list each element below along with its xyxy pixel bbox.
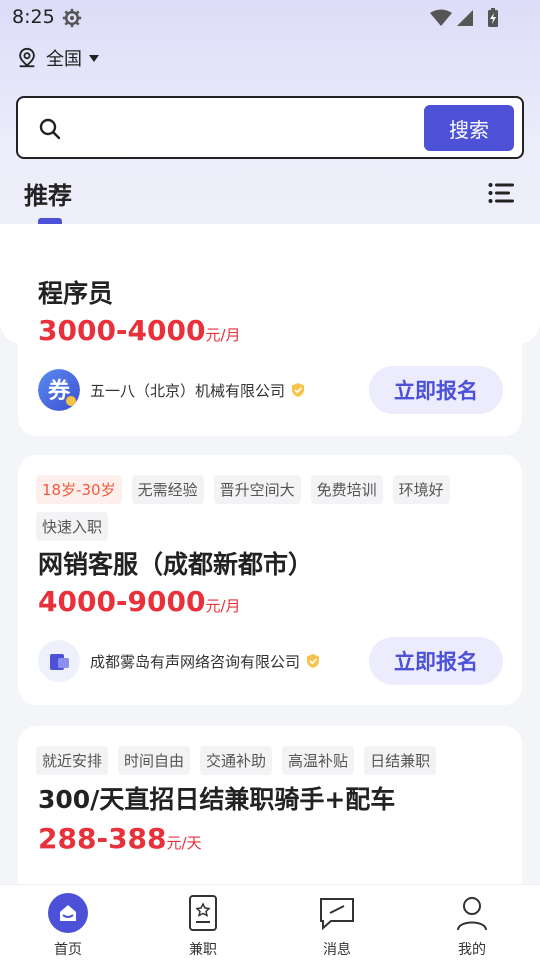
salary-unit: 元/天 — [166, 834, 202, 852]
job-tag: 无需经验 — [131, 475, 204, 504]
verified-icon — [307, 654, 320, 668]
job-tag: 交通补助 — [200, 746, 273, 775]
job-tags: 就近安排 时间自由 交通补助 高温补贴 日结兼职 — [36, 746, 506, 775]
company-logo — [38, 640, 80, 682]
job-tag: 快速入职 — [36, 512, 109, 541]
nav-item-home[interactable]: 首页 — [28, 893, 108, 959]
nav-label: 首页 — [54, 942, 82, 958]
search-bar: 搜索 — [16, 96, 524, 159]
salary-range: 3000-4000 — [38, 314, 206, 347]
apply-button[interactable]: 立即报名 — [369, 637, 503, 685]
job-salary: 3000-4000元/月 — [38, 314, 241, 347]
job-title: 300/天直招日结兼职骑手+配车 — [38, 785, 396, 814]
job-tag: 18岁-30岁 — [36, 475, 122, 504]
message-icon — [320, 898, 354, 931]
nav-label: 兼职 — [189, 942, 217, 958]
search-button[interactable]: 搜索 — [424, 105, 514, 151]
status-time: 8:25 — [12, 6, 55, 28]
parttime-icon — [189, 895, 217, 931]
job-tag: 高温补贴 — [282, 746, 355, 775]
job-title: 网销客服（成都新都市） — [38, 550, 314, 579]
gear-icon — [62, 8, 82, 28]
company-info: 成都雾岛有声网络咨询有限公司 — [38, 640, 320, 682]
bottom-nav: 首页 兼职 消息 我的 — [0, 884, 540, 960]
job-tag: 环境好 — [392, 475, 450, 504]
section-title: 推荐 — [24, 182, 72, 210]
job-tag: 就近安排 — [36, 746, 109, 775]
nav-label: 我的 — [458, 942, 486, 958]
job-tag: 免费培训 — [310, 475, 383, 504]
nav-item-message[interactable]: 消息 — [297, 893, 377, 959]
company-name: 成都雾岛有声网络咨询有限公司 — [90, 652, 301, 671]
company-name: 五一八（北京）机械有限公司 — [90, 381, 286, 400]
job-tag: 时间自由 — [118, 746, 191, 775]
home-icon — [48, 893, 88, 933]
salary-unit: 元/月 — [205, 326, 241, 344]
search-input[interactable] — [76, 108, 416, 148]
location-label: 全国 — [46, 49, 82, 70]
nav-item-profile[interactable]: 我的 — [432, 893, 512, 959]
company-logo: 券 — [38, 369, 80, 411]
salary-range: 288-388 — [38, 822, 167, 855]
signal-battery-icon — [430, 8, 498, 27]
job-salary: 288-388元/天 — [38, 822, 202, 855]
nav-item-parttime[interactable]: 兼职 — [163, 893, 243, 959]
nav-label: 消息 — [323, 942, 351, 958]
job-title: 程序员 — [38, 279, 114, 308]
location-selector[interactable]: 全国 — [16, 44, 100, 72]
profile-icon — [457, 897, 487, 931]
status-bar: 8:25 — [0, 0, 540, 36]
search-icon — [39, 118, 61, 140]
list-icon[interactable] — [488, 182, 514, 204]
job-tags: 18岁-30岁 无需经验 晋升空间大 免费培训 环境好 快速入职 — [36, 475, 506, 541]
verified-icon — [292, 383, 305, 397]
job-tag: 晋升空间大 — [213, 475, 301, 504]
caret-down-icon — [89, 55, 99, 62]
job-card[interactable]: 18岁-30岁 无需经验 晋升空间大 免费培训 环境好 快速入职 网销客服（成都… — [18, 455, 522, 705]
apply-button[interactable]: 立即报名 — [369, 366, 503, 414]
job-card-header[interactable]: 程序员 3000-4000元/月 — [0, 224, 540, 347]
company-info: 券 五一八（北京）机械有限公司 — [38, 369, 305, 411]
salary-range: 4000-9000 — [38, 585, 206, 618]
salary-unit: 元/月 — [205, 597, 241, 615]
location-pin-icon — [19, 47, 35, 68]
job-tag: 日结兼职 — [364, 746, 437, 775]
job-salary: 4000-9000元/月 — [38, 585, 241, 618]
